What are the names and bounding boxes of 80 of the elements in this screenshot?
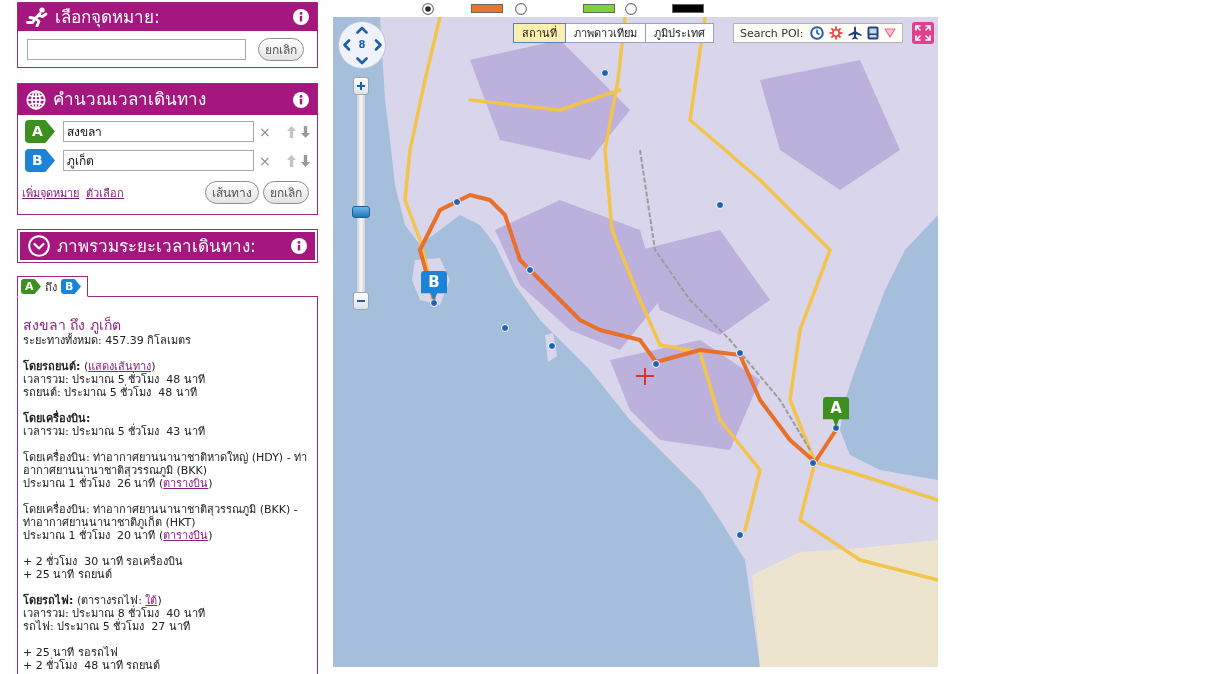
panel-title: ภาพรวมระยะเวลาเดินทาง: <box>57 235 257 257</box>
location-dot-icon <box>832 424 840 432</box>
fullscreen-button[interactable] <box>912 22 934 44</box>
info-icon[interactable] <box>293 9 309 25</box>
cross-icon <box>635 367 655 386</box>
clock-icon[interactable] <box>809 26 824 40</box>
minus-icon <box>357 297 365 305</box>
cancel-button[interactable]: ยกเลิก <box>258 38 304 61</box>
waypoint-badge: A <box>25 120 55 143</box>
route-tab[interactable]: A ถึง B <box>17 276 88 297</box>
waypoint-input[interactable]: สงขลา <box>63 121 254 142</box>
chevron-left-icon[interactable] <box>340 39 353 51</box>
poi-search-label: Search POI: <box>740 26 804 40</box>
travel-info-text: โดยเครื่องบิน: ท่าอากาศยานนานาชาติหาดใหญ่ (HDY) - ท่าอากาศยานนานาชาติสุวรรณภูมิ (BKK) <box>23 451 309 477</box>
location-dot-icon <box>652 360 660 368</box>
remove-button[interactable]: × <box>259 153 271 168</box>
route-heading: สงขลา ถึง ภูเก็ต <box>23 317 122 334</box>
travel-info-text: ประมาณ 1 ชั่วโมง 20 นาที (ตารางบิน) <box>23 529 214 542</box>
travel-info-text: + 2 ชั่วโมง 48 นาที รถยนต์ <box>23 659 162 672</box>
arrow-down-icon[interactable] <box>300 154 310 167</box>
caret-down-icon[interactable] <box>883 28 896 38</box>
travel-info-text: รถไฟ: ประมาณ 5 ชั่วโมง 27 นาที <box>23 620 191 633</box>
plus-icon <box>357 82 365 90</box>
route-point-badge: A <box>21 279 41 294</box>
travel-info-text: + 25 นาที รถยนต์ <box>23 568 113 581</box>
travel-info-text: เวลารวม: ประมาณ 8 ชั่วโมง 40 นาที <box>23 607 206 620</box>
panel-title: คำนวณเวลาเดินทาง <box>53 89 207 110</box>
zoom-level-label: 8 <box>358 40 366 50</box>
panel-title: เลือกจุดหมาย: <box>55 6 161 28</box>
info-icon[interactable] <box>291 238 307 254</box>
remove-button[interactable]: × <box>259 124 271 139</box>
travel-info-text: โดยเครื่องบิน: ท่าอากาศยานนานาชาติสุวรรณภูมิ (BKK) - ท่าอากาศยานนานาชาติภูเก็ต (HKT) <box>23 503 299 529</box>
zoom-slider-thumb[interactable] <box>352 206 370 218</box>
expand-icon <box>915 25 931 41</box>
travel-info-text: + 2 ชั่วโมง 30 นาที รอเครื่องบิน <box>23 555 185 568</box>
travel-info-text: + 25 นาที รอรถไฟ <box>23 646 119 659</box>
radio-button[interactable] <box>422 2 434 15</box>
kiosk-icon[interactable] <box>866 26 879 40</box>
radio-button[interactable] <box>625 2 637 15</box>
radio-button[interactable] <box>515 2 527 15</box>
location-dot-icon <box>430 299 438 307</box>
distance-text: ระยะทางทั้งหมด: 457.39 กิโลเมตร <box>23 334 193 347</box>
travel-info-text: โดยเครื่องบิน: <box>23 412 92 425</box>
travel-info-text: ประมาณ 1 ชั่วโมง 26 นาที (ตารางบิน) <box>23 477 214 490</box>
options-link[interactable]: ตัวเลือก <box>86 183 124 202</box>
route-point-badge: B <box>61 279 81 294</box>
location-dot-icon <box>736 531 744 539</box>
add-destination-link[interactable]: เพิ่มจุดหมาย <box>22 183 79 202</box>
location-dot-icon <box>501 324 509 332</box>
running-person-icon <box>26 7 48 27</box>
travel-info-text: รถยนต์: ประมาณ 5 ชั่วโมง 48 นาที <box>23 386 198 399</box>
airplane-icon[interactable] <box>847 26 862 40</box>
travel-info-text: เวลารวม: ประมาณ 5 ชั่วโมง 43 นาที <box>23 425 206 438</box>
globe-icon <box>26 89 46 110</box>
map-view-tab[interactable]: สถานที่ <box>513 23 566 43</box>
location-dot-icon <box>526 266 534 274</box>
chevron-down-circle-icon[interactable] <box>28 235 50 257</box>
zoom-in-button[interactable] <box>353 77 369 95</box>
location-dot-icon <box>453 198 461 206</box>
location-dot-icon <box>809 459 817 467</box>
cancel-button[interactable]: ยกเลิก <box>263 181 309 204</box>
location-dot-icon <box>601 69 609 77</box>
inline-link[interactable]: ใต้ <box>145 594 158 607</box>
travel-info-text: เวลารวม: ประมาณ 5 ชั่วโมง 48 นาที <box>23 373 206 386</box>
location-dot-icon <box>716 201 724 209</box>
inline-link[interactable]: ตารางบิน <box>163 477 209 490</box>
location-dot-icon <box>736 349 744 357</box>
map-view-tab[interactable]: ภาพดาวเทียม <box>565 23 646 43</box>
arrow-down-icon[interactable] <box>300 125 310 138</box>
inline-link[interactable]: ตารางบิน <box>163 529 209 542</box>
location-dot-icon <box>548 342 556 350</box>
map-view-tab[interactable]: ภูมิประเทศ <box>645 23 714 43</box>
waypoint-input[interactable]: ภูเก็ต <box>63 150 254 171</box>
route-button[interactable]: เส้นทาง <box>205 181 259 204</box>
info-icon[interactable] <box>293 91 309 108</box>
chevron-down-icon[interactable] <box>356 54 368 67</box>
waypoint-badge: B <box>25 149 55 172</box>
sun-icon[interactable] <box>828 26 843 40</box>
zoom-out-button[interactable] <box>353 292 369 310</box>
destination-input[interactable] <box>27 39 246 60</box>
